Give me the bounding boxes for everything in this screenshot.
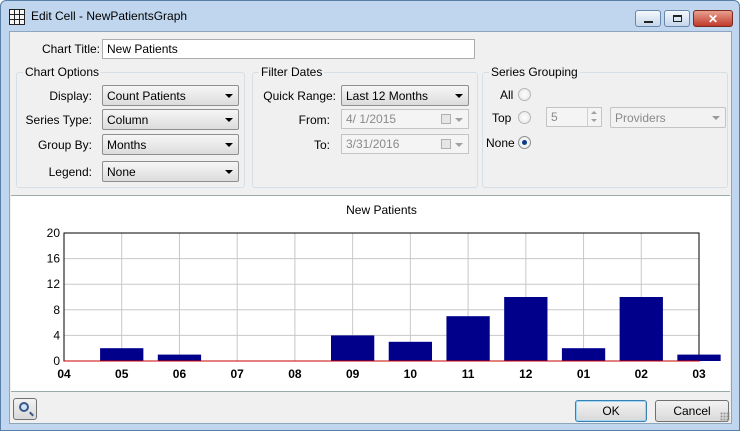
top-count-value: 5 bbox=[551, 110, 558, 124]
display-select[interactable]: Count Patients bbox=[102, 85, 239, 106]
bar bbox=[504, 297, 548, 361]
plot-area bbox=[63, 232, 700, 362]
chevron-down-icon bbox=[712, 116, 720, 120]
x-tick-label: 02 bbox=[635, 367, 649, 381]
group-by-select[interactable]: Months bbox=[102, 134, 239, 155]
from-label: From: bbox=[298, 113, 330, 127]
bar bbox=[446, 316, 490, 361]
bar bbox=[619, 297, 663, 361]
cancel-button[interactable]: Cancel bbox=[655, 400, 729, 422]
none-label: None bbox=[486, 136, 515, 150]
minimize-button[interactable] bbox=[635, 10, 661, 27]
spinner-buttons[interactable] bbox=[587, 108, 601, 126]
chevron-down-icon bbox=[455, 118, 463, 122]
bar bbox=[330, 335, 375, 361]
legend-label: Legend: bbox=[48, 165, 92, 179]
x-tick-label: 05 bbox=[115, 367, 129, 381]
group-type-value: Providers bbox=[615, 111, 666, 125]
x-tick-label: 01 bbox=[577, 367, 591, 381]
x-tick-label: 07 bbox=[231, 367, 245, 381]
maximize-icon bbox=[672, 15, 682, 22]
top-radio[interactable] bbox=[518, 111, 531, 124]
all-radio[interactable] bbox=[518, 88, 531, 101]
bar bbox=[677, 354, 721, 361]
minimize-icon bbox=[643, 20, 653, 23]
series-type-select[interactable]: Column bbox=[102, 109, 239, 130]
chevron-down-icon bbox=[225, 170, 233, 174]
chart-options-title: Chart Options bbox=[23, 65, 102, 79]
to-label: To: bbox=[313, 138, 330, 152]
y-tick-label: 16 bbox=[47, 252, 61, 266]
preview-button[interactable] bbox=[13, 398, 37, 420]
bar bbox=[100, 348, 144, 361]
calendar-icon bbox=[441, 139, 451, 149]
x-tick-label: 10 bbox=[404, 367, 418, 381]
chevron-down-icon bbox=[455, 94, 463, 98]
magnifier-icon bbox=[19, 402, 29, 412]
y-tick-label: 0 bbox=[53, 354, 60, 368]
dialog-client-area: Chart Title: New Patients Chart Options … bbox=[9, 31, 732, 424]
close-icon: ✕ bbox=[707, 11, 719, 26]
bar bbox=[388, 341, 433, 361]
bar bbox=[561, 348, 606, 361]
maximize-button[interactable] bbox=[664, 10, 690, 27]
quick-range-label: Quick Range: bbox=[263, 89, 336, 103]
all-label: All bbox=[500, 88, 514, 102]
none-radio[interactable] bbox=[518, 136, 531, 149]
y-tick-label: 20 bbox=[47, 226, 61, 240]
edit-cell-window: Edit Cell - NewPatientsGraph ✕ Chart Tit… bbox=[0, 0, 740, 431]
window-title: Edit Cell - NewPatientsGraph bbox=[31, 9, 188, 23]
legend-value: None bbox=[107, 165, 136, 179]
y-tick-label: 8 bbox=[53, 303, 60, 317]
title-bar[interactable]: Edit Cell - NewPatientsGraph ✕ bbox=[1, 1, 739, 31]
series-type-value: Column bbox=[107, 113, 149, 127]
series-type-label: Series Type: bbox=[25, 113, 92, 127]
y-tick-label: 12 bbox=[47, 277, 61, 291]
display-value: Count Patients bbox=[107, 89, 186, 103]
quick-range-select[interactable]: Last 12 Months bbox=[341, 85, 469, 106]
chevron-down-icon bbox=[225, 118, 233, 122]
calendar-icon bbox=[441, 114, 451, 124]
quick-range-value: Last 12 Months bbox=[346, 89, 429, 103]
spin-up-icon bbox=[591, 111, 597, 114]
new-patients-chart: New Patients04812162004 05 06 07 08 09 10 11 12 0… bbox=[47, 203, 721, 381]
x-tick-label: 06 bbox=[173, 367, 187, 381]
y-tick-label: 4 bbox=[53, 328, 60, 342]
chart-title-label: Chart Title: bbox=[41, 42, 100, 56]
from-date-value: 4/ 1/2015 bbox=[346, 112, 397, 126]
resize-grip-icon[interactable] bbox=[720, 412, 730, 422]
bar bbox=[157, 354, 202, 361]
to-date-picker[interactable]: 3/31/2016 bbox=[341, 134, 469, 154]
x-tick-label: 09 bbox=[346, 367, 360, 381]
chart-preview: New Patients 0 4 8 12 16 20 04 05 06 07 08 09 10 11 12 0… bbox=[11, 195, 730, 392]
chevron-down-icon bbox=[225, 94, 233, 98]
top-count-spinner[interactable]: 5 bbox=[546, 107, 602, 127]
chevron-down-icon bbox=[455, 143, 463, 147]
to-date-value: 3/31/2016 bbox=[346, 137, 400, 151]
close-button[interactable]: ✕ bbox=[693, 10, 733, 27]
x-tick-label: 11 bbox=[462, 367, 475, 381]
grid-icon bbox=[9, 9, 25, 25]
chart-title-input[interactable]: New Patients bbox=[102, 39, 475, 59]
legend-select[interactable]: None bbox=[102, 161, 239, 182]
x-tick-label: 12 bbox=[519, 367, 533, 381]
group-type-select[interactable]: Providers bbox=[610, 107, 726, 128]
x-tick-label: 03 bbox=[692, 367, 706, 381]
from-date-picker[interactable]: 4/ 1/2015 bbox=[341, 109, 469, 129]
group-by-label: Group By: bbox=[37, 138, 92, 152]
top-label: Top bbox=[492, 111, 512, 125]
x-tick-label: 04 bbox=[57, 367, 71, 381]
spin-down-icon bbox=[591, 119, 597, 122]
display-label: Display: bbox=[49, 89, 92, 103]
chevron-down-icon bbox=[225, 143, 233, 147]
group-by-value: Months bbox=[107, 138, 147, 152]
x-tick-label: 08 bbox=[288, 367, 302, 381]
chart-title: New Patients bbox=[346, 203, 417, 217]
filter-dates-title: Filter Dates bbox=[259, 65, 325, 79]
series-grouping-title: Series Grouping bbox=[489, 65, 580, 79]
ok-button[interactable]: OK bbox=[575, 400, 647, 422]
